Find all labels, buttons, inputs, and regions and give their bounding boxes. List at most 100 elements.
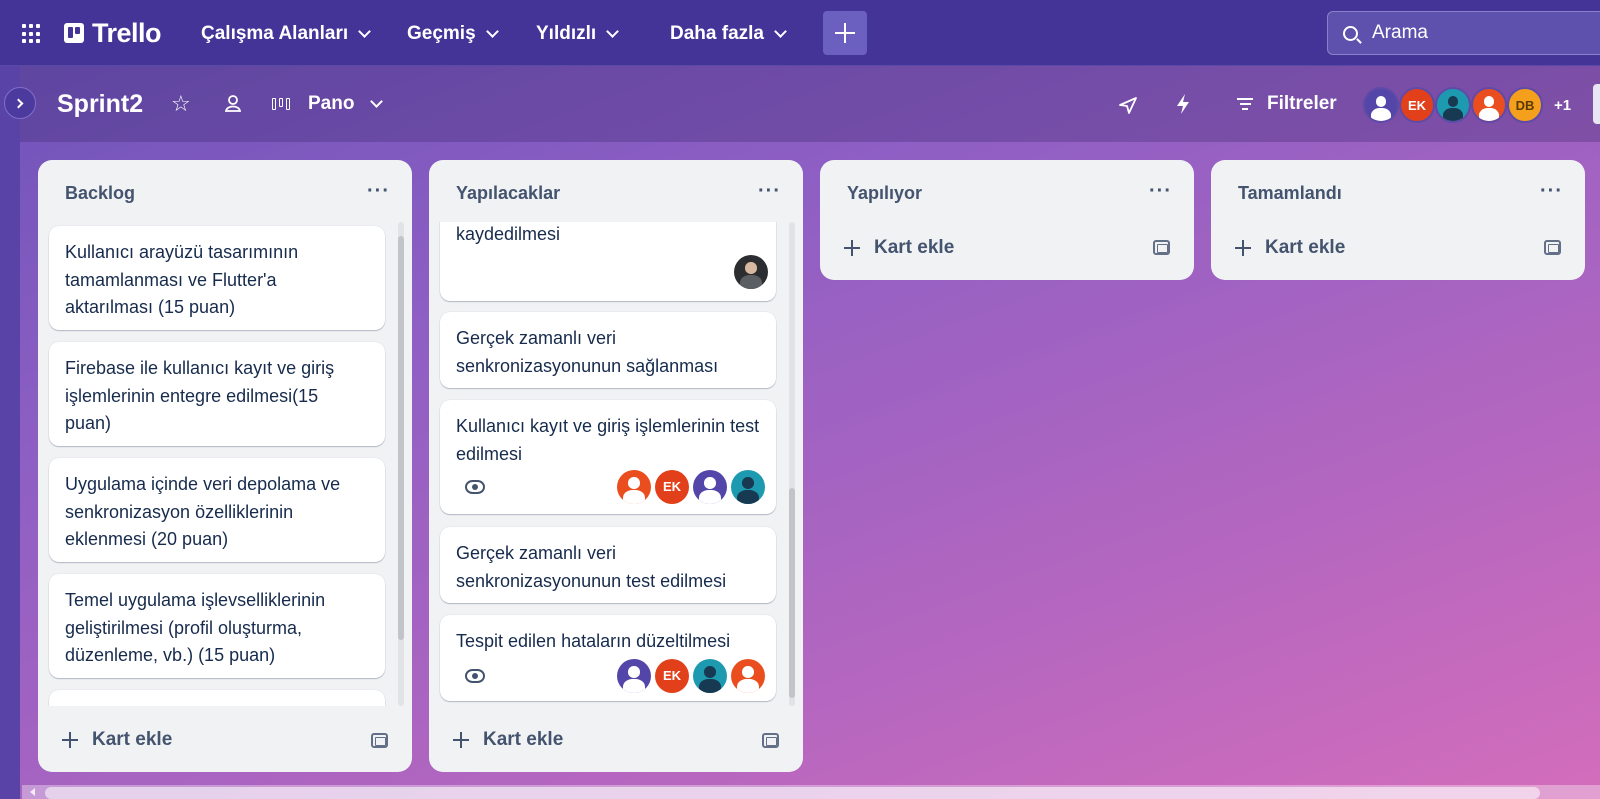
list-scrollbar[interactable] bbox=[786, 222, 796, 706]
collapsed-sidebar bbox=[0, 66, 20, 799]
create-button[interactable] bbox=[823, 11, 867, 55]
list-title[interactable]: Yapılacaklar bbox=[456, 183, 560, 204]
add-card-label: Kart ekle bbox=[92, 729, 173, 750]
rocket-icon[interactable] bbox=[1117, 94, 1139, 116]
member-avatar[interactable] bbox=[1471, 87, 1507, 123]
chevron-down-icon bbox=[370, 94, 384, 108]
add-card-button[interactable]: Kart ekle bbox=[453, 729, 563, 751]
scroll-left-arrow-icon[interactable] bbox=[30, 788, 35, 796]
app-name: Trello bbox=[92, 17, 162, 48]
expand-sidebar-button[interactable] bbox=[4, 87, 36, 119]
template-icon[interactable] bbox=[371, 733, 388, 748]
board-view-icon bbox=[272, 98, 290, 110]
avatar-initials: EK bbox=[1407, 97, 1427, 113]
star-icon[interactable]: ☆ bbox=[171, 92, 191, 116]
card-title: Gerçek zamanlı veri senkronizasyonunun s… bbox=[456, 328, 719, 376]
member-avatar[interactable] bbox=[1363, 87, 1399, 123]
person-icon bbox=[1473, 89, 1505, 121]
menu-more-label: Daha fazla bbox=[670, 23, 764, 44]
add-card-button[interactable]: Kart ekle bbox=[1235, 237, 1345, 259]
card[interactable]: Temel uygulama işlevselliklerinin gelişt… bbox=[49, 574, 385, 678]
card[interactable]: Gerçek zamanlı veri senkronizasyonunun s… bbox=[440, 312, 776, 388]
ellipsis-icon[interactable]: ··· bbox=[758, 180, 781, 203]
list-scrollbar[interactable] bbox=[395, 222, 405, 706]
eye-icon bbox=[465, 669, 485, 683]
person-icon bbox=[731, 470, 765, 504]
add-card-label: Kart ekle bbox=[874, 237, 955, 258]
plus-icon bbox=[453, 732, 469, 748]
card[interactable]: Gerçek zamanlı veri senkronizasyonunun t… bbox=[440, 527, 776, 603]
avatar-initials: EK bbox=[662, 668, 682, 684]
add-card-button[interactable]: Kart ekle bbox=[844, 237, 954, 259]
person-icon bbox=[617, 470, 651, 504]
plus-icon bbox=[835, 23, 855, 43]
template-icon[interactable] bbox=[1153, 240, 1170, 255]
menu-starred[interactable]: Yıldızlı bbox=[536, 20, 620, 48]
list-title[interactable]: Tamamlandı bbox=[1238, 183, 1342, 204]
ellipsis-icon[interactable]: ··· bbox=[367, 180, 390, 203]
share-button[interactable] bbox=[1593, 84, 1600, 124]
trello-logo[interactable]: Trello bbox=[64, 17, 162, 48]
card[interactable]: Kullanıcı kayıt ve giriş işlemlerinin te… bbox=[440, 400, 776, 514]
person-icon bbox=[1437, 89, 1469, 121]
menu-recent-label: Geçmiş bbox=[407, 23, 476, 44]
card-title: kaydedilmesi bbox=[456, 224, 561, 244]
member-avatar[interactable] bbox=[693, 659, 727, 693]
view-label: Pano bbox=[308, 93, 355, 114]
card[interactable]: Firebase ile kullanıcı kayıt ve giriş iş… bbox=[49, 342, 385, 446]
card[interactable]: Tespit edilen hataların düzeltilmesi EK bbox=[440, 615, 776, 701]
trello-logo-icon bbox=[64, 23, 84, 43]
apps-grid-icon[interactable] bbox=[22, 24, 42, 44]
add-card-label: Kart ekle bbox=[1265, 237, 1346, 258]
menu-starred-label: Yıldızlı bbox=[536, 23, 597, 44]
member-avatar[interactable] bbox=[734, 255, 768, 289]
card-title: Gerçek zamanlı veri senkronizasyonunun t… bbox=[456, 543, 727, 591]
search-icon bbox=[1343, 25, 1358, 41]
search-input[interactable]: Arama bbox=[1327, 11, 1600, 55]
bolt-icon[interactable] bbox=[1174, 93, 1192, 115]
menu-workspaces-label: Çalışma Alanları bbox=[201, 23, 349, 44]
plus-icon bbox=[1235, 240, 1251, 256]
card[interactable]: kaydedilmesi bbox=[440, 222, 776, 301]
card-title: Tespit edilen hataların düzeltilmesi bbox=[456, 631, 731, 651]
member-avatar[interactable]: DB bbox=[1507, 87, 1543, 123]
add-card-button[interactable]: Kart ekle bbox=[62, 729, 172, 751]
workspace-visibility-icon[interactable] bbox=[224, 94, 244, 114]
filter-button[interactable]: Filtreler bbox=[1237, 93, 1337, 115]
member-avatar[interactable] bbox=[693, 470, 727, 504]
template-icon[interactable] bbox=[762, 733, 779, 748]
menu-recent[interactable]: Geçmiş bbox=[407, 20, 499, 48]
menu-workspaces[interactable]: Çalışma Alanları bbox=[201, 20, 372, 48]
top-navigation-bar: Trello Çalışma Alanları Geçmiş Yıldızlı … bbox=[0, 0, 1600, 66]
board-title[interactable]: Sprint2 bbox=[57, 90, 143, 119]
avatar-initials: DB bbox=[1515, 97, 1535, 113]
card[interactable] bbox=[49, 690, 385, 706]
list-title[interactable]: Backlog bbox=[65, 183, 135, 204]
person-icon bbox=[734, 255, 768, 289]
chevron-down-icon bbox=[358, 24, 372, 38]
more-members-count[interactable]: +1 bbox=[1554, 97, 1571, 114]
ellipsis-icon[interactable]: ··· bbox=[1540, 180, 1563, 203]
scrollbar-thumb[interactable] bbox=[45, 787, 1540, 799]
member-avatar[interactable]: EK bbox=[655, 659, 689, 693]
menu-more[interactable]: Daha fazla bbox=[670, 20, 787, 48]
card[interactable]: Kullanıcı arayüzü tasarımının tamamlanma… bbox=[49, 226, 385, 330]
card[interactable]: Uygulama içinde veri depolama ve senkron… bbox=[49, 458, 385, 562]
list-title[interactable]: Yapılıyor bbox=[847, 183, 922, 204]
template-icon[interactable] bbox=[1544, 240, 1561, 255]
member-avatar[interactable] bbox=[617, 470, 651, 504]
list-in-progress: Yapılıyor ··· Kart ekle bbox=[820, 160, 1194, 280]
eye-icon bbox=[465, 480, 485, 494]
card-title: Temel uygulama işlevselliklerinin gelişt… bbox=[65, 590, 326, 665]
member-avatar[interactable]: EK bbox=[1399, 87, 1435, 123]
person-icon bbox=[731, 659, 765, 693]
member-avatar[interactable] bbox=[1435, 87, 1471, 123]
view-switcher[interactable]: Pano bbox=[308, 93, 384, 115]
member-avatar[interactable] bbox=[731, 659, 765, 693]
member-avatar[interactable]: EK bbox=[655, 470, 689, 504]
member-avatar[interactable] bbox=[731, 470, 765, 504]
ellipsis-icon[interactable]: ··· bbox=[1149, 180, 1172, 203]
member-avatar[interactable] bbox=[617, 659, 651, 693]
avatar-initials: EK bbox=[662, 479, 682, 495]
chevron-down-icon bbox=[774, 24, 787, 38]
